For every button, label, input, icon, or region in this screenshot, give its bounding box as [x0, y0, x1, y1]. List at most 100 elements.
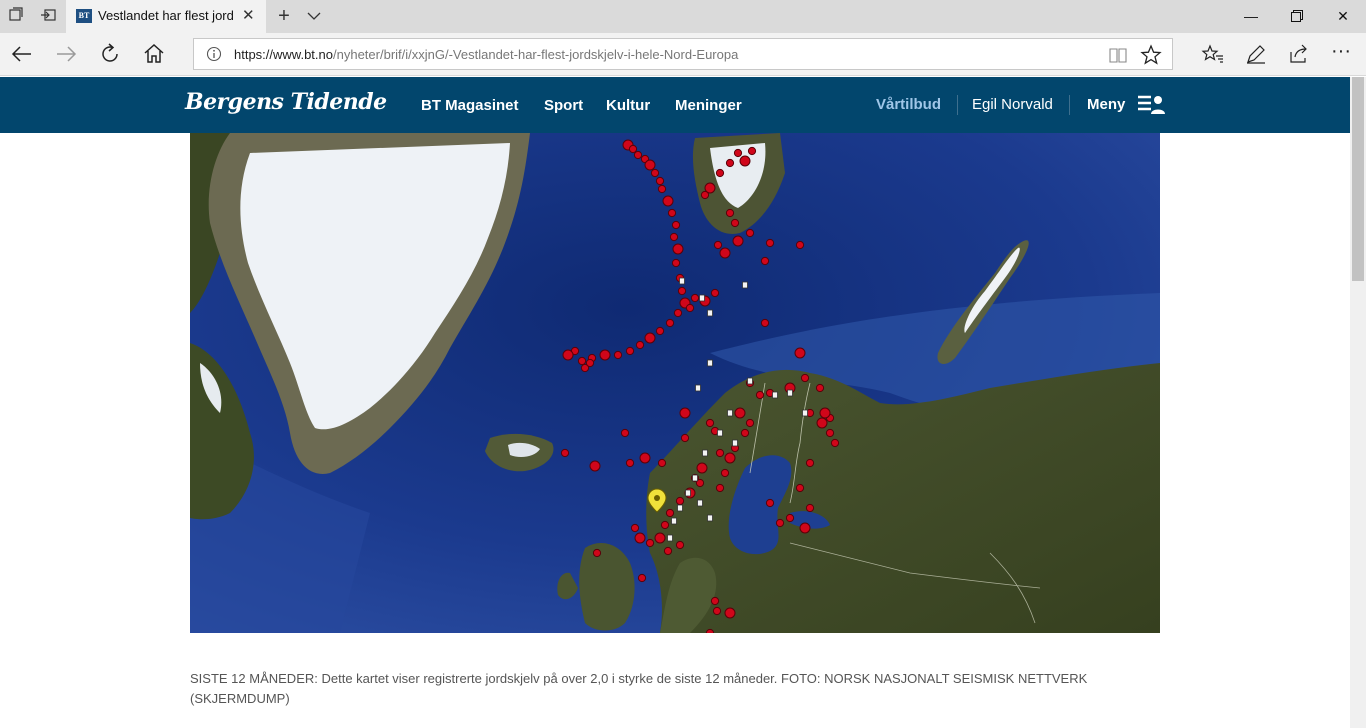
favorite-star-icon[interactable] — [1140, 44, 1162, 66]
earthquake-marker — [713, 240, 723, 250]
earthquake-marker — [620, 428, 630, 438]
home-icon[interactable] — [141, 41, 167, 67]
earthquake-marker — [599, 349, 611, 361]
earthquake-marker — [765, 238, 775, 248]
earthquake-marker — [675, 496, 685, 506]
back-icon[interactable] — [9, 41, 35, 67]
earthquake-marker — [760, 256, 770, 266]
earthquake-marker — [800, 373, 810, 383]
earthquake-marker — [628, 144, 638, 154]
refresh-icon[interactable] — [97, 41, 123, 67]
nav-kultur[interactable]: Kultur — [606, 97, 650, 114]
earthquake-marker — [795, 483, 805, 493]
earthquake-marker — [672, 243, 684, 255]
user-name-link[interactable]: Egil Norvald — [972, 96, 1053, 113]
chevron-down-icon[interactable] — [305, 7, 323, 25]
earthquake-marker — [562, 349, 574, 361]
earthquake-marker — [732, 235, 744, 247]
reading-view-icon[interactable] — [1108, 45, 1128, 65]
earthquake-marker — [765, 498, 775, 508]
site-favicon: BT — [76, 9, 92, 23]
seismic-station-marker — [742, 281, 748, 289]
earthquake-marker — [679, 407, 691, 419]
earthquake-marker — [705, 628, 715, 633]
minimize-icon[interactable]: — — [1228, 0, 1274, 33]
earthquake-marker — [677, 286, 687, 296]
earthquake-marker — [662, 195, 674, 207]
earthquake-marker — [805, 503, 815, 513]
seismic-station-marker — [679, 277, 685, 285]
info-icon[interactable] — [206, 46, 222, 62]
seismic-station-marker — [747, 377, 753, 385]
earthquake-marker — [663, 546, 673, 556]
earthquake-marker — [715, 168, 725, 178]
earthquake-marker — [639, 452, 651, 464]
close-window-icon[interactable]: ✕ — [1320, 0, 1366, 33]
earthquake-marker — [819, 407, 831, 419]
earthquake-marker — [739, 155, 751, 167]
earthquake-marker — [655, 176, 665, 186]
menu-button[interactable]: Meny — [1087, 96, 1125, 113]
close-icon[interactable]: ✕ — [242, 8, 255, 24]
earthquake-marker — [630, 523, 640, 533]
earthquake-marker — [655, 326, 665, 336]
earthquake-marker — [592, 548, 602, 558]
earthquake-marker — [665, 508, 675, 518]
more-icon[interactable]: ··· — [1331, 41, 1355, 66]
address-bar[interactable]: https://www.bt.no/nyheter/brif/i/xxjnG/-… — [193, 38, 1173, 70]
active-tab[interactable]: BT Vestlandet har flest jord ✕ — [66, 0, 266, 33]
header-divider — [1069, 95, 1070, 115]
earthquake-marker — [634, 532, 646, 544]
earthquake-marker — [724, 607, 736, 619]
set-aside-icon[interactable] — [39, 7, 57, 25]
earthquake-map-image — [190, 133, 1160, 633]
earthquake-marker — [710, 596, 720, 606]
seismic-station-marker — [707, 514, 713, 522]
earthquake-marker — [719, 247, 731, 259]
earthquake-marker — [660, 520, 670, 530]
forward-icon[interactable] — [53, 41, 79, 67]
earthquake-marker — [712, 606, 722, 616]
tab-list-icon[interactable] — [7, 7, 25, 25]
notes-pen-icon[interactable] — [1244, 42, 1268, 66]
plus-icon[interactable]: + — [274, 4, 294, 28]
share-icon[interactable] — [1287, 42, 1311, 66]
url-path: /nyheter/brif/i/xxjnG/-Vestlandet-har-fl… — [333, 47, 739, 62]
earthquake-marker — [657, 458, 667, 468]
logo-text: Bergens Tidende — [185, 89, 387, 115]
nav-meninger[interactable]: Meninger — [675, 97, 742, 114]
earthquake-marker — [585, 358, 595, 368]
seismic-station-marker — [667, 534, 673, 542]
nav-sport[interactable]: Sport — [544, 97, 583, 114]
earthquake-marker — [625, 458, 635, 468]
earthquake-marker — [725, 158, 735, 168]
earthquake-marker — [747, 146, 757, 156]
nav-bt-magasinet[interactable]: BT Magasinet — [421, 97, 519, 114]
url-text[interactable]: https://www.bt.no/nyheter/brif/i/xxjnG/-… — [234, 47, 738, 62]
earthquake-marker — [685, 303, 695, 313]
earthquake-marker — [740, 428, 750, 438]
earthquake-marker — [715, 448, 725, 458]
browser-toolbar: https://www.bt.no/nyheter/brif/i/xxjnG/-… — [0, 33, 1366, 76]
user-menu-icon[interactable] — [1137, 94, 1167, 116]
seismic-station-marker — [695, 384, 701, 392]
restore-icon[interactable] — [1274, 0, 1320, 33]
earthquake-marker — [675, 540, 685, 550]
page-scrollbar[interactable] — [1350, 77, 1366, 728]
earthquake-marker — [724, 452, 736, 464]
earthquake-marker — [760, 318, 770, 328]
earthquake-marker — [745, 418, 755, 428]
url-domain: https://www.bt.no — [234, 47, 333, 62]
earthquake-marker — [589, 460, 601, 472]
site-logo[interactable]: Bergens Tidende — [185, 89, 387, 115]
earthquake-marker — [690, 293, 700, 303]
scroll-thumb[interactable] — [1352, 77, 1364, 281]
earthquake-marker — [730, 218, 740, 228]
seismic-station-marker — [732, 439, 738, 447]
vartilbud-link[interactable]: Vårtilbud — [876, 96, 941, 113]
earthquake-marker — [815, 383, 825, 393]
earthquake-marker — [671, 220, 681, 230]
earthquake-marker — [725, 208, 735, 218]
earthquake-marker — [644, 159, 656, 171]
favorites-hub-icon[interactable] — [1201, 42, 1225, 66]
